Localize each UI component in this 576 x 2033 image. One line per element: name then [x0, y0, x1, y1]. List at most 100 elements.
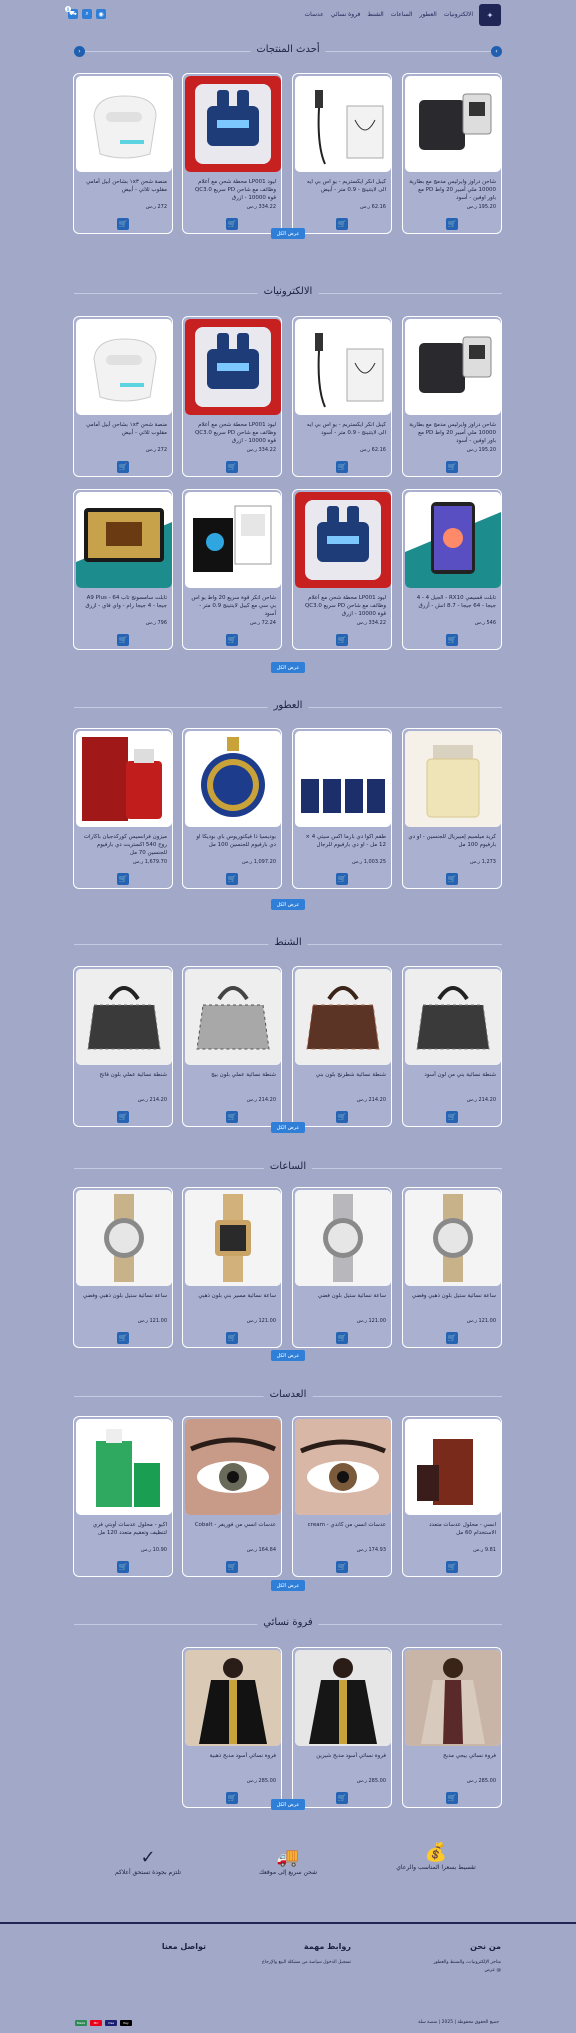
product-name[interactable]: ساعة نسائية ستيل بلون ذهبي وفضي [79, 1292, 167, 1316]
nav-item[interactable]: الساعات [391, 11, 413, 18]
product-card[interactable]: اكيو - محلول عدسات أوبتي فري لتنظيف وتعق… [73, 1416, 173, 1577]
add-to-cart-icon[interactable]: 🛒 [117, 1111, 129, 1123]
add-to-cart-icon[interactable]: 🛒 [226, 1792, 238, 1804]
product-card[interactable]: انسي - محلول عدسات متعدد الاستخدام 60 مل… [402, 1416, 502, 1577]
product-name[interactable]: منصة شحن ١x٣ بشاحن أبيل أمامي مقلوب ثلاث… [79, 178, 167, 202]
account-icon[interactable]: ◉ [96, 9, 106, 19]
product-card[interactable]: فروة نسائي بيجي مدبح 285.00 ر.س 🛒 [402, 1647, 502, 1808]
add-to-cart-icon[interactable]: 🛒 [336, 634, 348, 646]
product-card[interactable]: ساعة نسائية ستيل بلون ذهبي وفضي 121.00 ر.… [402, 1187, 502, 1348]
search-icon[interactable]: ⌕ [82, 9, 92, 19]
product-image[interactable] [405, 731, 501, 827]
product-name[interactable]: ساعة نسائية ستيل بلون فضي [298, 1292, 386, 1316]
product-image[interactable] [295, 1190, 391, 1286]
product-image[interactable] [295, 1650, 391, 1746]
add-to-cart-icon[interactable]: 🛒 [446, 1792, 458, 1804]
product-card[interactable]: كيبل انكر ايكستريم - يو اس بي ايه الى لا… [292, 73, 392, 234]
product-card[interactable]: شنطة نسائية عملي بلون بيج 214.20 ر.س 🛒 [182, 966, 282, 1127]
product-name[interactable]: فروة نسائي أسود مدبح شيرين [298, 1752, 386, 1776]
product-image[interactable] [76, 969, 172, 1065]
view-all-button[interactable]: عرض الكل [271, 1122, 305, 1133]
product-card[interactable]: عدسات انسي من كاندي - cream 174.93 ر.س 🛒 [292, 1416, 392, 1577]
product-name[interactable]: شاحن دراوز وايرليس مدمج مع بطارية 10000 … [408, 178, 496, 202]
product-image[interactable] [76, 1419, 172, 1515]
add-to-cart-icon[interactable]: 🛒 [117, 461, 129, 473]
add-to-cart-icon[interactable]: 🛒 [117, 1332, 129, 1344]
add-to-cart-icon[interactable]: 🛒 [336, 1561, 348, 1573]
product-name[interactable]: شنطة نسائية شطرنج بلون بني [298, 1071, 386, 1095]
product-card[interactable]: شاحن دراوز وايرليس مدمج مع بطارية 10000 … [402, 316, 502, 477]
view-all-button[interactable]: عرض الكل [271, 662, 305, 673]
product-image[interactable] [185, 76, 281, 172]
product-card[interactable]: منصة شحن ١x٣ بشاحن أبيل أمامي مقلوب ثلاث… [73, 316, 173, 477]
product-image[interactable] [185, 1650, 281, 1746]
store-logo[interactable]: ✦ [479, 4, 501, 26]
add-to-cart-icon[interactable]: 🛒 [226, 218, 238, 230]
product-card[interactable]: ليود LP001 محطة شحن مع أعلام وظائف مع شا… [182, 73, 282, 234]
product-name[interactable]: ليود LP001 محطة شحن مع أعلام وظائف مع شا… [298, 594, 386, 618]
product-card[interactable]: شنطة نسائية بني من لون أسود 214.20 ر.س 🛒 [402, 966, 502, 1127]
product-image[interactable] [405, 1190, 501, 1286]
add-to-cart-icon[interactable]: 🛒 [117, 634, 129, 646]
product-name[interactable]: عدسات انسي من كاندي - cream [298, 1521, 386, 1545]
product-card[interactable]: ليود LP001 محطة شحن مع أعلام وظائف مع شا… [182, 316, 282, 477]
product-image[interactable] [295, 319, 391, 415]
add-to-cart-icon[interactable]: 🛒 [336, 1332, 348, 1344]
product-image[interactable] [295, 731, 391, 827]
product-image[interactable] [295, 969, 391, 1065]
product-name[interactable]: ليود LP001 محطة شحن مع أعلام وظائف مع شا… [188, 178, 276, 202]
add-to-cart-icon[interactable]: 🛒 [117, 1561, 129, 1573]
product-image[interactable] [405, 969, 501, 1065]
product-image[interactable] [295, 492, 391, 588]
product-image[interactable] [405, 76, 501, 172]
add-to-cart-icon[interactable]: 🛒 [336, 218, 348, 230]
nav-item[interactable]: الشنط [367, 11, 383, 18]
product-image[interactable] [405, 1650, 501, 1746]
nav-item[interactable]: العطور [419, 11, 436, 18]
view-all-button[interactable]: عرض الكل [271, 228, 305, 239]
add-to-cart-icon[interactable]: 🛒 [336, 1792, 348, 1804]
product-card[interactable]: طقم اكوا دي بارما اكس سيتي 4 × 12 مل - ا… [292, 728, 392, 889]
product-name[interactable]: شنطة نسائية عملي بلون بيج [188, 1071, 276, 1095]
product-name[interactable]: كريد ميلسيم إمبيريال للجنسين - او دي بار… [408, 833, 496, 857]
product-image[interactable] [185, 1190, 281, 1286]
product-image[interactable] [76, 492, 172, 588]
add-to-cart-icon[interactable]: 🛒 [226, 1332, 238, 1344]
product-image[interactable] [185, 1419, 281, 1515]
add-to-cart-icon[interactable]: 🛒 [117, 873, 129, 885]
add-to-cart-icon[interactable]: 🛒 [336, 461, 348, 473]
product-name[interactable]: تابلت سامسونج تاب A9 Plus - 64 جيجا - 4 … [79, 594, 167, 618]
product-card[interactable]: شنطة نسائية عملي بلون فاتح 214.20 ر.س 🛒 [73, 966, 173, 1127]
footer-link[interactable]: @ عرض [371, 1967, 501, 1975]
product-name[interactable]: ميزون فرانسيس كوركدجيان باكارات روج 540 … [79, 833, 167, 857]
product-card[interactable]: منصة شحن ١x٣ بشاحن أبيل أمامي مقلوب ثلاث… [73, 73, 173, 234]
product-card[interactable]: ميزون فرانسيس كوركدجيان باكارات روج 540 … [73, 728, 173, 889]
product-name[interactable]: طقم اكوا دي بارما اكس سيتي 4 × 12 مل - ا… [298, 833, 386, 857]
add-to-cart-icon[interactable]: 🛒 [226, 461, 238, 473]
add-to-cart-icon[interactable]: 🛒 [226, 634, 238, 646]
add-to-cart-icon[interactable]: 🛒 [226, 1561, 238, 1573]
product-image[interactable] [405, 492, 501, 588]
product-image[interactable] [405, 319, 501, 415]
view-all-button[interactable]: عرض الكل [271, 1350, 305, 1361]
product-name[interactable]: ساعة نسائية ستيل بلون ذهبي وفضي [408, 1292, 496, 1316]
add-to-cart-icon[interactable]: 🛒 [446, 1111, 458, 1123]
product-name[interactable]: اكيو - محلول عدسات أوبتي فري لتنظيف وتعق… [79, 1521, 167, 1545]
product-card[interactable]: كيبل انكر ايكستريم - يو اس بي ايه الى لا… [292, 316, 392, 477]
product-name[interactable]: كيبل انكر ايكستريم - يو اس بي ايه الى لا… [298, 421, 386, 445]
product-name[interactable]: شاحن دراوز وايرليس مدمج مع بطارية 10000 … [408, 421, 496, 445]
product-card[interactable]: ساعة نسائية مسير بني بلون ذهبي 121.00 ر.س… [182, 1187, 282, 1348]
add-to-cart-icon[interactable]: 🛒 [226, 1111, 238, 1123]
product-name[interactable]: ساعة نسائية مسير بني بلون ذهبي [188, 1292, 276, 1316]
product-image[interactable] [185, 492, 281, 588]
add-to-cart-icon[interactable]: 🛒 [446, 461, 458, 473]
product-image[interactable] [185, 319, 281, 415]
add-to-cart-icon[interactable]: 🛒 [446, 1561, 458, 1573]
product-name[interactable]: انسي - محلول عدسات متعدد الاستخدام 60 مل [408, 1521, 496, 1545]
view-all-button[interactable]: عرض الكل [271, 1580, 305, 1591]
product-image[interactable] [76, 319, 172, 415]
view-all-button[interactable]: عرض الكل [271, 1799, 305, 1810]
product-image[interactable] [295, 1419, 391, 1515]
product-name[interactable]: فروة نسائي بيجي مدبح [408, 1752, 496, 1776]
product-card[interactable]: ليود LP001 محطة شحن مع أعلام وظائف مع شا… [292, 489, 392, 650]
